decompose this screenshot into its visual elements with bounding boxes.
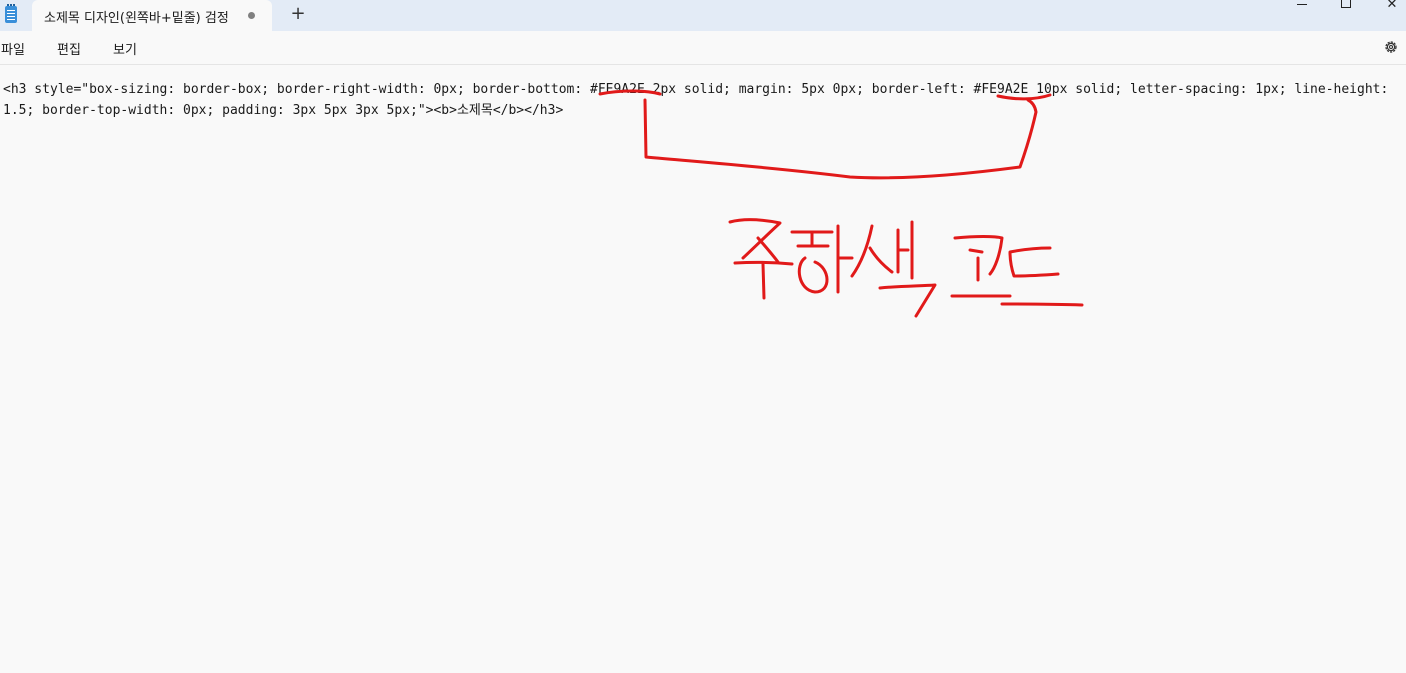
- unsaved-dot-icon[interactable]: [248, 12, 255, 19]
- minimize-icon: [1297, 4, 1307, 5]
- menu-edit[interactable]: 편집: [57, 39, 81, 58]
- editor-text-area[interactable]: <h3 style="box-sizing: border-box; borde…: [3, 79, 1395, 121]
- new-tab-button[interactable]: +: [288, 3, 308, 25]
- tab-active[interactable]: 소제목 디자인(왼쪽바+밑줄) 검정: [32, 0, 272, 31]
- tab-title: 소제목 디자인(왼쪽바+밑줄) 검정: [44, 11, 229, 26]
- maximize-icon: [1341, 0, 1351, 8]
- menu-bar: 파일 편집 보기: [0, 31, 1406, 65]
- title-bar: 소제목 디자인(왼쪽바+밑줄) 검정 + ✕: [0, 0, 1406, 31]
- menu-file[interactable]: 파일: [1, 39, 25, 58]
- notepad-icon: [5, 4, 17, 23]
- handwritten-text: [728, 218, 1084, 318]
- menu-view[interactable]: 보기: [113, 39, 137, 58]
- minimize-button[interactable]: [1280, 0, 1324, 12]
- close-button[interactable]: ✕: [1370, 0, 1406, 12]
- gear-icon[interactable]: [1383, 39, 1399, 55]
- maximize-button[interactable]: [1324, 0, 1368, 12]
